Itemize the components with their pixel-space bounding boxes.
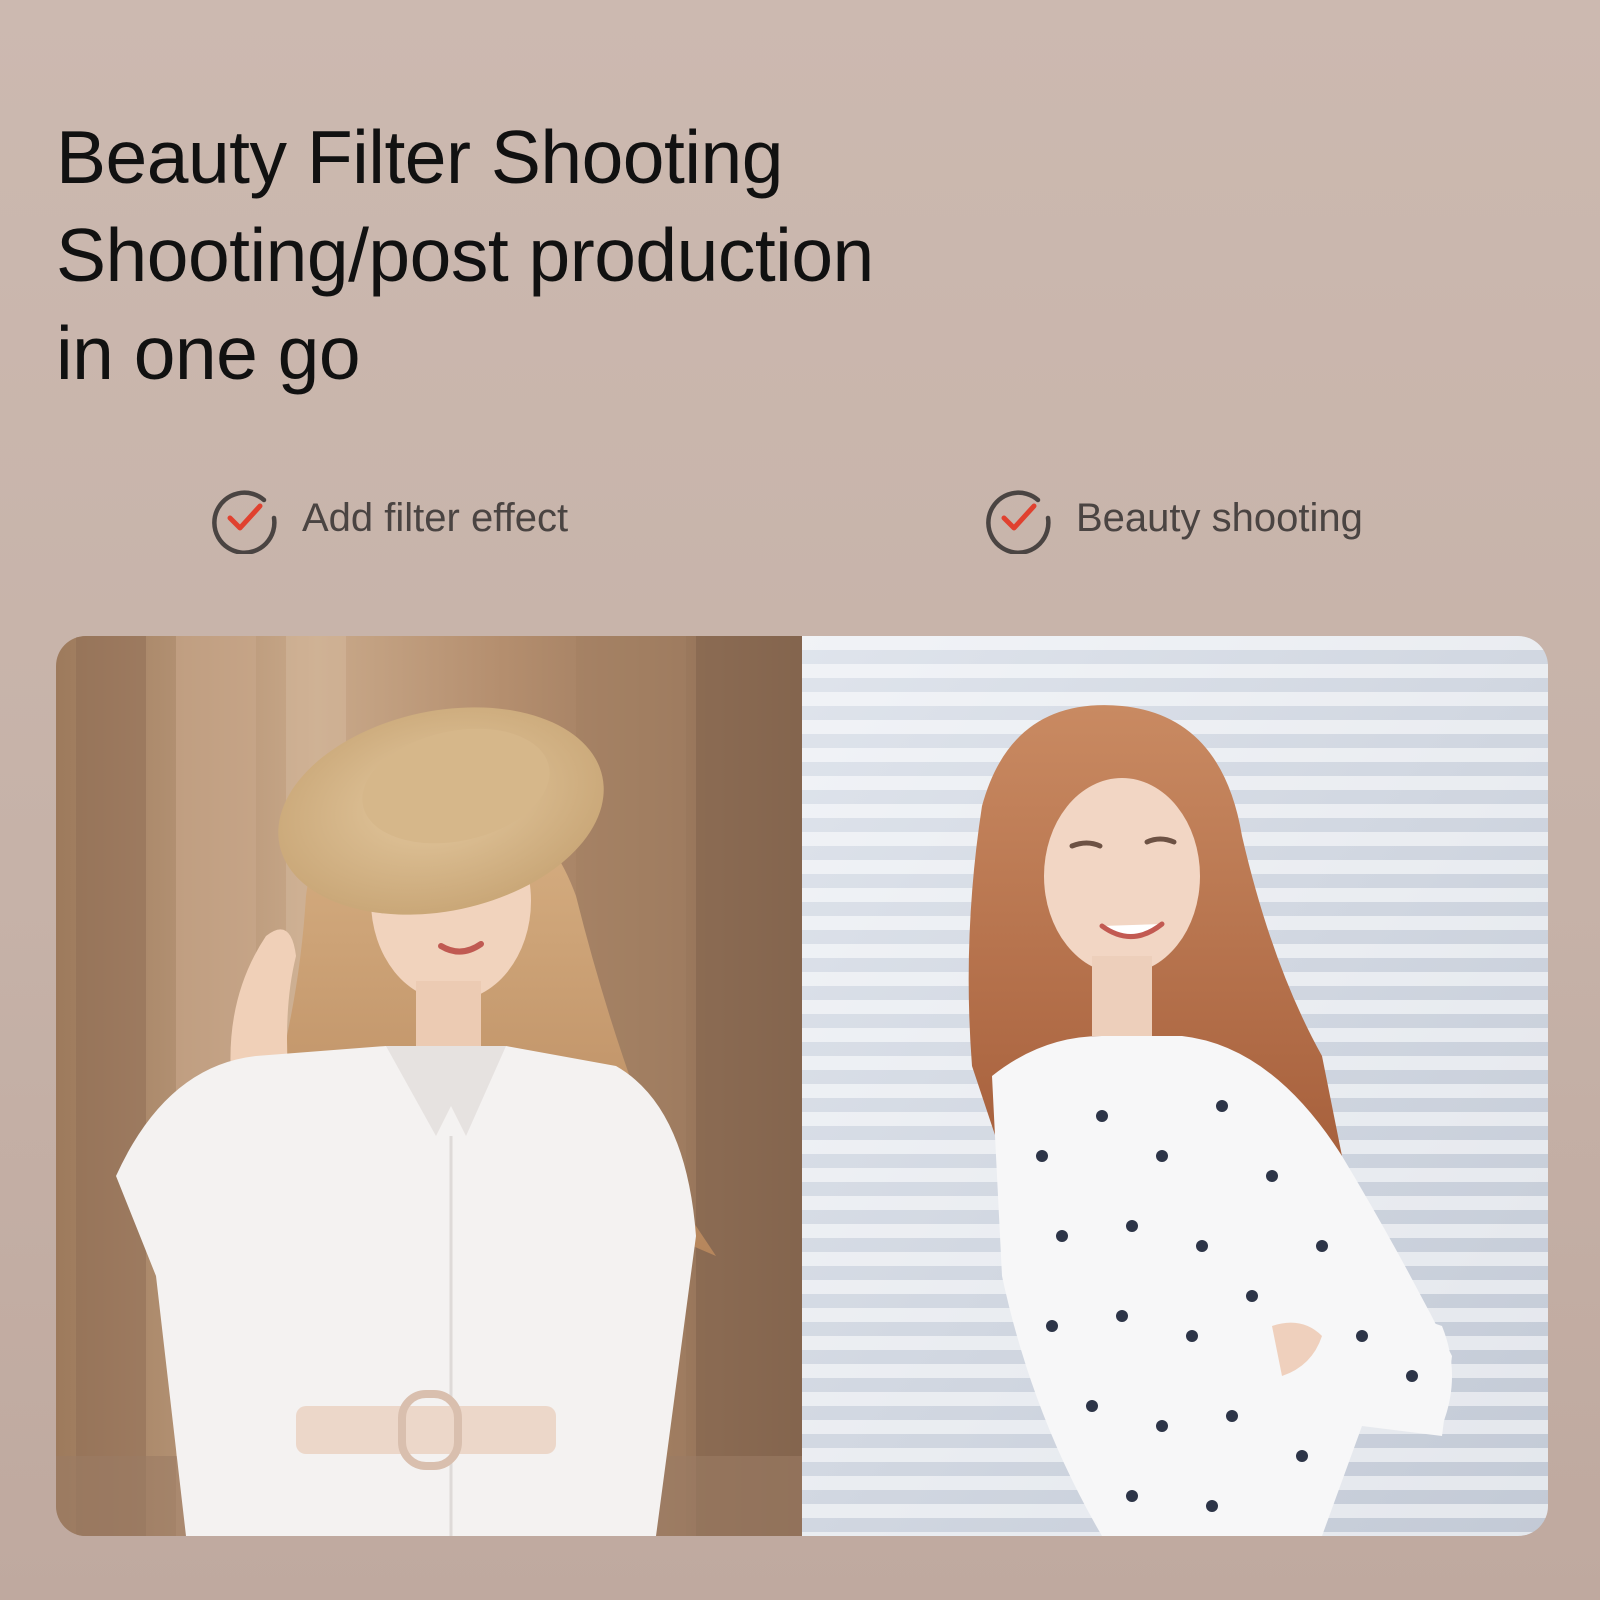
headline-line-2: Shooting/post production bbox=[56, 213, 874, 297]
photo-filter-effect bbox=[56, 636, 802, 1536]
feature-beauty-shooting: Beauty shooting bbox=[982, 482, 1363, 554]
headline: Beauty Filter Shooting Shooting/post pro… bbox=[56, 108, 874, 402]
check-circle-icon bbox=[212, 490, 277, 554]
headline-line-3: in one go bbox=[56, 311, 361, 395]
feature-add-filter: Add filter effect bbox=[208, 482, 568, 554]
feature-label: Add filter effect bbox=[302, 495, 569, 540]
check-circle-icon bbox=[986, 490, 1051, 554]
headline-line-1: Beauty Filter Shooting bbox=[56, 115, 783, 199]
photo-comparison bbox=[56, 636, 1548, 1536]
photo-beauty-shooting bbox=[802, 636, 1548, 1536]
feature-label: Beauty shooting bbox=[1076, 495, 1363, 540]
